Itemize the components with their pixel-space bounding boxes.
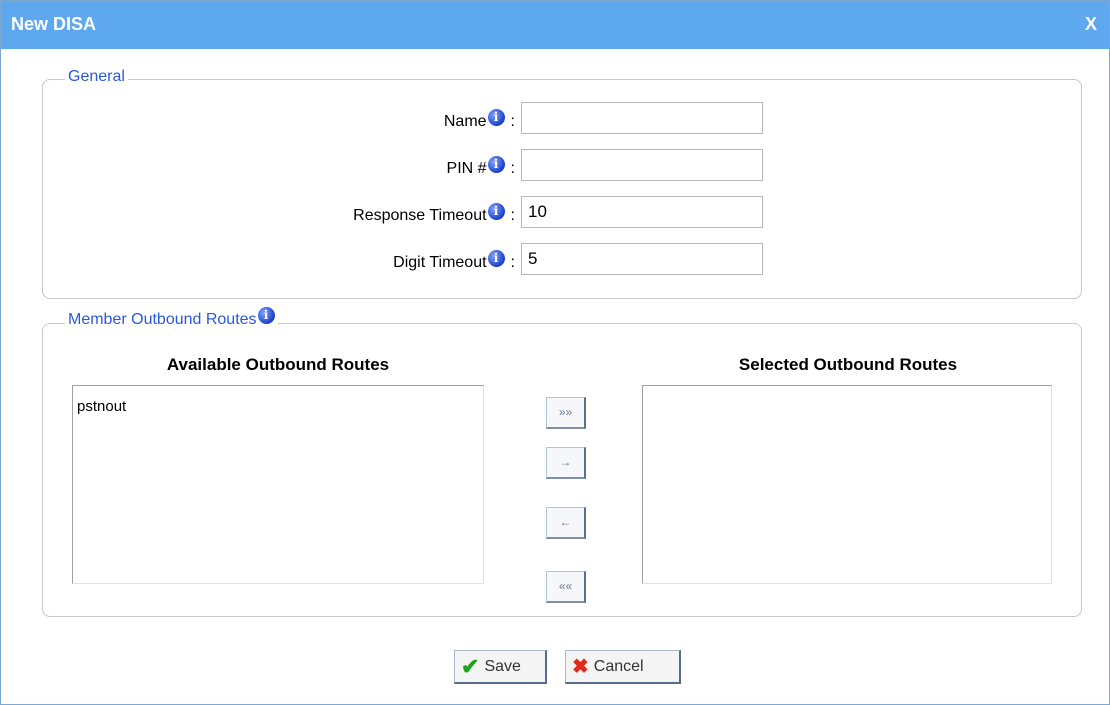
selected-routes-title: Selected Outbound Routes xyxy=(738,355,958,374)
digit-timeout-input[interactable] xyxy=(521,243,763,275)
pin-label: PIN # i: xyxy=(446,156,515,177)
x-icon: ✖ xyxy=(572,656,589,678)
available-routes-list[interactable]: pstnout xyxy=(72,385,484,584)
info-icon[interactable]: i xyxy=(257,307,275,324)
available-routes-title: Available Outbound Routes xyxy=(166,355,390,374)
new-disa-dialog: New DISA X General Name i: PIN # i: Respon… xyxy=(0,0,1110,705)
name-input[interactable] xyxy=(521,102,763,134)
cancel-button[interactable]: ✖ Cancel xyxy=(565,650,681,684)
response-timeout-input[interactable] xyxy=(521,196,763,228)
title-bar[interactable]: New DISA X xyxy=(1,1,1109,49)
selected-routes-list[interactable] xyxy=(642,385,1052,584)
general-legend: General xyxy=(65,68,128,86)
response-timeout-label: Response Timeout i: xyxy=(353,203,515,224)
info-icon[interactable]: i xyxy=(487,109,505,126)
pin-input[interactable] xyxy=(521,149,763,181)
member-routes-legend: Member Outbound Routes i xyxy=(65,307,278,329)
move-left-button[interactable]: ← xyxy=(546,507,586,539)
info-icon[interactable]: i xyxy=(487,250,505,267)
move-all-right-button[interactable]: »» xyxy=(546,397,586,429)
save-button[interactable]: ✔ Save xyxy=(454,650,547,684)
save-label: Save xyxy=(484,657,521,675)
info-icon[interactable]: i xyxy=(487,203,505,220)
cancel-label: Cancel xyxy=(593,657,644,675)
dialog-title: New DISA xyxy=(11,14,97,34)
name-label: Name i: xyxy=(443,109,515,130)
info-icon[interactable]: i xyxy=(487,156,505,173)
list-item[interactable]: pstnout xyxy=(73,386,483,415)
move-right-button[interactable]: → xyxy=(546,447,586,479)
move-all-left-button[interactable]: «« xyxy=(546,571,586,603)
check-icon: ✔ xyxy=(461,653,480,679)
close-button[interactable]: X xyxy=(1085,14,1097,35)
digit-timeout-label: Digit Timeout i: xyxy=(393,250,515,271)
